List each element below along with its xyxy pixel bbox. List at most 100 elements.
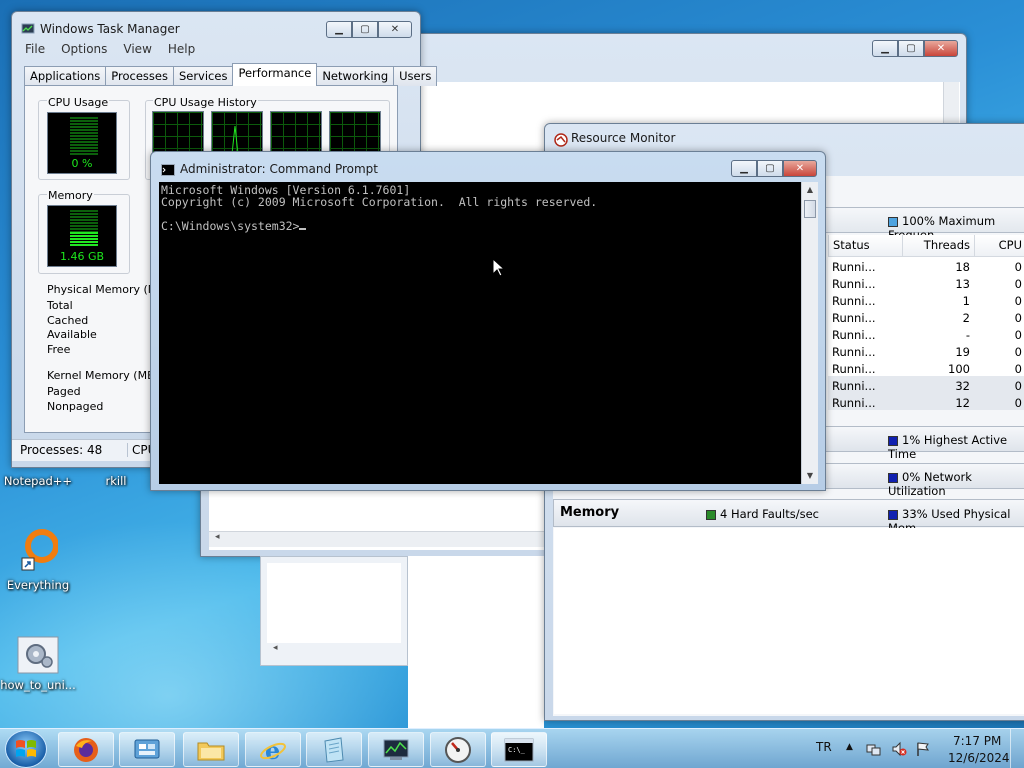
close-button[interactable]: ✕	[924, 40, 958, 57]
action-center-flag-icon[interactable]	[915, 741, 931, 757]
resource-monitor-icon	[445, 736, 471, 763]
console-line: Copyright (c) 2009 Microsoft Corporation…	[161, 195, 598, 209]
tab-users[interactable]: Users	[393, 66, 438, 86]
taskbar-internet-explorer[interactable]: e	[245, 732, 301, 767]
cpu-summary-swatch	[888, 216, 898, 227]
menu-file[interactable]: File	[25, 42, 45, 56]
tab-performance[interactable]: Performance	[232, 63, 318, 86]
show-hidden-icons-button[interactable]: ▲	[846, 742, 853, 752]
task-manager-icon	[21, 23, 35, 34]
task-manager-icon	[383, 739, 409, 760]
menu-view[interactable]: View	[123, 42, 151, 56]
physical-cached-label: Cached	[47, 314, 89, 327]
table-row[interactable]: Runni... 100 0	[828, 359, 1024, 376]
close-button[interactable]: ✕	[378, 21, 412, 38]
taskbar: e C:\_ TR ▲ 7:17 PM 12/6/2024	[0, 728, 1024, 768]
disk-summary-swatch	[888, 435, 898, 446]
network-summary: 0% Network Utilization	[888, 470, 972, 498]
window-title: Windows Task Manager	[40, 22, 180, 36]
cpu-usage-value: 0 %	[71, 157, 93, 170]
desktop-icon-notepadpp[interactable]: Notepad++	[3, 474, 73, 488]
svg-text:C:\_: C:\_	[508, 746, 526, 754]
memory-label: Memory	[47, 189, 94, 202]
network-icon[interactable]	[866, 741, 882, 757]
language-indicator[interactable]: TR	[816, 740, 832, 754]
volume-muted-icon[interactable]	[891, 741, 907, 757]
table-row[interactable]: Runni... 18 0	[828, 257, 1024, 274]
cpu-history-graph	[152, 111, 204, 155]
tab-applications[interactable]: Applications	[24, 66, 107, 86]
svg-text:e: e	[265, 736, 280, 764]
table-row[interactable]: Runni... 19 0	[828, 342, 1024, 359]
minimize-button[interactable]: ▁	[326, 21, 352, 38]
tab-networking[interactable]: Networking	[316, 66, 395, 86]
show-desktop-button[interactable]	[1010, 729, 1024, 768]
notepad-icon	[324, 736, 344, 763]
desktop-icon-everything[interactable]: Everything	[3, 528, 73, 592]
scroll-thumb[interactable]	[804, 200, 816, 218]
process-table[interactable]: Status Threads CPU Runni... 18 0 Runni... 1…	[828, 235, 1024, 410]
text-cursor	[299, 228, 307, 230]
kernel-nonpaged-label: Nonpaged	[47, 400, 104, 413]
column-threads[interactable]: Threads	[902, 235, 974, 256]
start-button[interactable]	[5, 730, 47, 768]
minimize-button[interactable]: ▁	[731, 160, 757, 177]
vertical-scrollbar[interactable]: ▲ ▼	[801, 182, 818, 484]
clock-date[interactable]: 12/6/2024	[948, 751, 1010, 765]
memory-value: 1.46 GB	[59, 250, 105, 263]
memory-section-body	[554, 528, 1024, 714]
menu-help[interactable]: Help	[168, 42, 195, 56]
table-row[interactable]: Runni... 32 0	[828, 376, 1024, 393]
menu-options[interactable]: Options	[61, 42, 107, 56]
internet-explorer-icon: e	[260, 736, 286, 764]
close-button[interactable]: ✕	[783, 160, 817, 177]
taskbar-resource-monitor[interactable]	[430, 732, 486, 767]
firefox-icon	[74, 737, 98, 762]
desktop-icon-label: how_to_uni...	[0, 678, 76, 692]
memory-used-swatch	[888, 509, 898, 520]
resource-monitor-icon	[554, 133, 568, 147]
memory-section-header[interactable]: Memory 4 Hard Faults/sec 33% Used Physic…	[553, 499, 1024, 535]
desktop-icon-label: Everything	[6, 578, 70, 592]
horizontal-scrollbar[interactable]: ◂	[209, 531, 549, 547]
taskbar-command-prompt[interactable]: C:\_	[491, 732, 547, 767]
maximize-button[interactable]: ▢	[757, 160, 783, 177]
horizontal-scrollbar[interactable]: ◂	[267, 643, 401, 657]
command-prompt-window[interactable]: Administrator: Command Prompt ▁ ▢ ✕ Micr…	[150, 151, 826, 491]
table-row[interactable]: Runni... 12 0	[828, 393, 1024, 410]
console-output[interactable]: Microsoft Windows [Version 6.1.7601] Cop…	[159, 182, 801, 484]
maximize-button[interactable]: ▢	[898, 40, 924, 57]
scroll-down-arrow[interactable]: ▼	[802, 468, 818, 484]
background-pane-right	[408, 556, 544, 728]
column-status[interactable]: Status	[828, 235, 902, 256]
desktop-icon-rkill[interactable]: rkill	[81, 474, 151, 488]
cpu-history-label: CPU Usage History	[153, 96, 258, 109]
minimize-button[interactable]: ▁	[872, 40, 898, 57]
maximize-button[interactable]: ▢	[352, 21, 378, 38]
window-title: Resource Monitor	[571, 131, 676, 145]
table-row[interactable]: Runni... 13 0	[828, 274, 1024, 291]
table-row[interactable]: Runni... 2 0	[828, 308, 1024, 325]
taskbar-control-panel[interactable]	[119, 732, 175, 767]
hard-faults-summary: 4 Hard Faults/sec	[706, 507, 819, 521]
status-bar: Processes: 48 CPU	[12, 439, 156, 461]
background-pane: ◂	[260, 556, 408, 666]
clock-time[interactable]: 7:17 PM	[953, 734, 1001, 748]
cmd-icon	[161, 164, 175, 176]
mouse-pointer-icon	[492, 258, 506, 277]
table-row[interactable]: Runni... 1 0	[828, 291, 1024, 308]
taskbar-firefox[interactable]	[58, 732, 114, 767]
desktop-icon-how-to-uni[interactable]: how_to_uni...	[0, 636, 76, 692]
scroll-up-arrow[interactable]: ▲	[802, 182, 818, 198]
table-row[interactable]: Runni... -0	[828, 325, 1024, 342]
console-prompt: C:\Windows\system32>	[161, 219, 300, 233]
tab-processes[interactable]: Processes	[105, 66, 174, 86]
taskbar-task-manager[interactable]	[368, 732, 424, 767]
taskbar-explorer[interactable]	[183, 732, 239, 767]
cpu-history-graph	[211, 111, 264, 155]
taskbar-notepad[interactable]	[306, 732, 362, 767]
hard-faults-swatch	[706, 509, 716, 520]
physical-free-label: Free	[47, 343, 71, 356]
tab-services[interactable]: Services	[172, 66, 234, 86]
column-cpu[interactable]: CPU	[974, 235, 1024, 256]
